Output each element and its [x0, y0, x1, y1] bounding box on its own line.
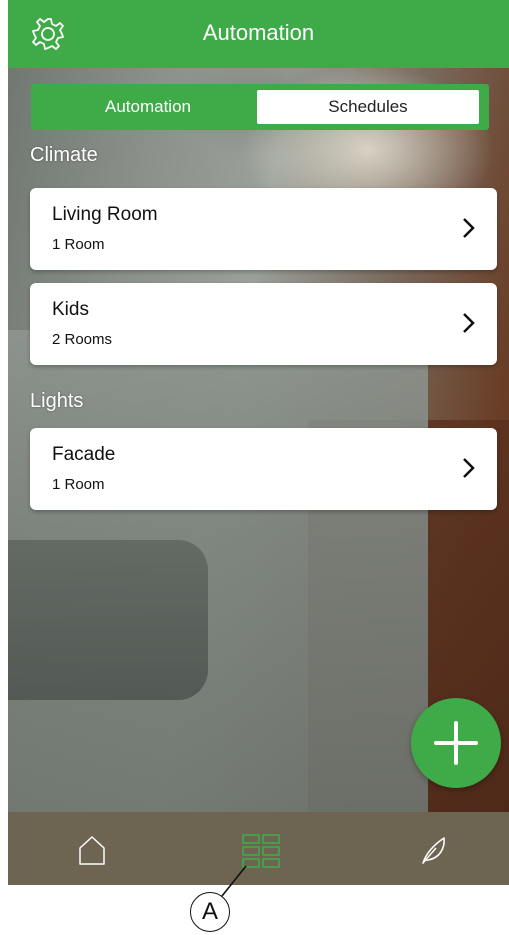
callout-pointer-line	[221, 865, 247, 897]
callout-label: A	[190, 892, 230, 932]
